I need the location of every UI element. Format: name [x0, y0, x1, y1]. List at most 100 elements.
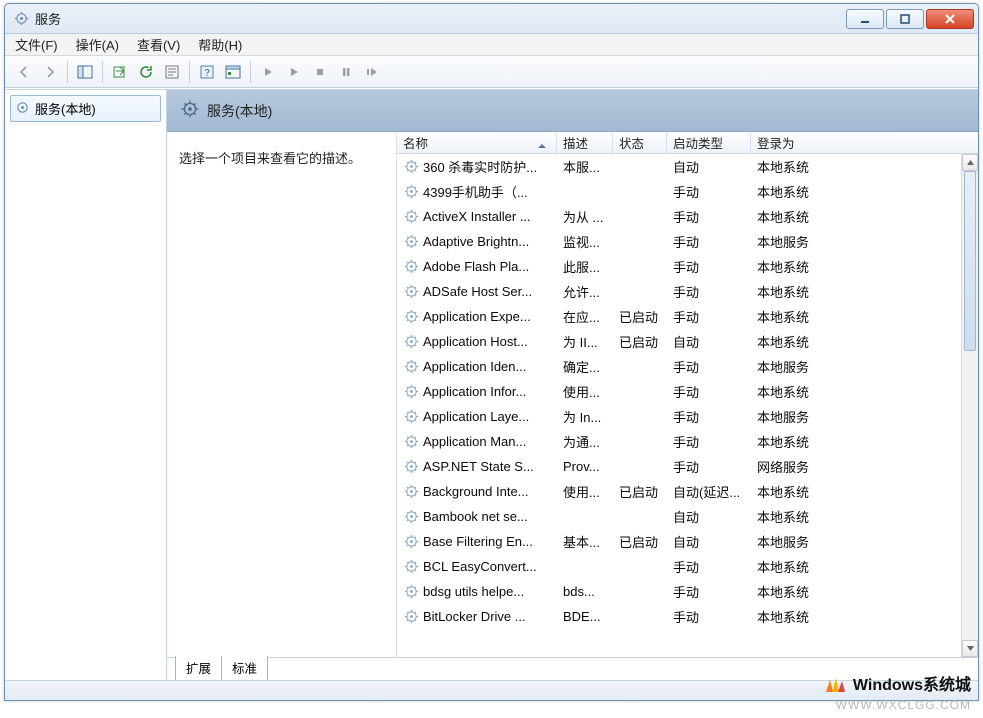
cell-name: ADSafe Host Ser... — [397, 284, 557, 300]
service-name: 4399手机助手（... — [423, 182, 528, 201]
menu-view[interactable]: 查看(V) — [137, 35, 180, 54]
tab-standard[interactable]: 标准 — [221, 656, 268, 681]
service-row[interactable]: Adobe Flash Pla...此服...手动本地系统 — [397, 254, 978, 279]
cell-start: 自动 — [667, 507, 751, 526]
service-row[interactable]: Application Host...为 II...已启动自动本地系统 — [397, 329, 978, 354]
menu-help[interactable]: 帮助(H) — [198, 35, 242, 54]
refresh-button[interactable] — [134, 60, 158, 84]
menu-file[interactable]: 文件(F) — [15, 35, 58, 54]
tab-extended[interactable]: 扩展 — [175, 656, 222, 681]
service-row[interactable]: Application Laye...为 In...手动本地服务 — [397, 404, 978, 429]
cell-name: BitLocker Drive ... — [397, 609, 557, 625]
svg-text:?: ? — [204, 68, 210, 79]
services-list: 名称 描述 状态 启动类型 登录为 360 杀毒实时防护...本服...自动本地… — [397, 132, 978, 657]
cell-name: 4399手机助手（... — [397, 182, 557, 201]
cell-start: 手动 — [667, 182, 751, 201]
cell-desc: 为 II... — [557, 332, 613, 351]
service-icon — [403, 559, 419, 575]
nav-item-services-local[interactable]: 服务(本地) — [10, 95, 161, 122]
service-row[interactable]: Bambook net se... 自动本地系统 — [397, 504, 978, 529]
show-hide-tree-button[interactable] — [73, 60, 97, 84]
content-pane: 服务(本地) 选择一个项目来查看它的描述。 名称 描述 状态 启动类型 登录为 … — [167, 90, 978, 680]
pause-service-button[interactable] — [334, 60, 358, 84]
col-name[interactable]: 名称 — [397, 132, 557, 153]
service-row[interactable]: ActiveX Installer ...为从 ...手动本地系统 — [397, 204, 978, 229]
service-row[interactable]: Adaptive Brightn...监视... 手动本地服务 — [397, 229, 978, 254]
service-row[interactable]: 4399手机助手（...手动本地系统 — [397, 179, 978, 204]
service-icon — [403, 159, 419, 175]
maximize-button[interactable] — [886, 9, 924, 29]
panel-heading: 服务(本地) — [207, 101, 272, 121]
col-start[interactable]: 启动类型 — [667, 132, 751, 153]
cell-logon: 本地服务 — [751, 232, 978, 251]
service-name: Application Expe... — [423, 309, 531, 324]
service-row[interactable]: Application Infor...使用...手动本地系统 — [397, 379, 978, 404]
minimize-button[interactable] — [846, 9, 884, 29]
service-row[interactable]: 360 杀毒实时防护...本服...自动本地系统 — [397, 154, 978, 179]
service-row[interactable]: Application Man...为通...手动本地系统 — [397, 429, 978, 454]
scroll-up-icon[interactable] — [962, 154, 978, 171]
properties-button[interactable] — [160, 60, 184, 84]
cell-name: ActiveX Installer ... — [397, 209, 557, 225]
service-icon — [403, 309, 419, 325]
content-body: 选择一个项目来查看它的描述。 名称 描述 状态 启动类型 登录为 360 杀毒实… — [167, 132, 978, 657]
cell-start: 手动 — [667, 607, 751, 626]
service-row[interactable]: Base Filtering En...基本...已启动自动本地服务 — [397, 529, 978, 554]
scroll-thumb[interactable] — [964, 171, 976, 351]
titlebar[interactable]: 服务 — [5, 4, 978, 34]
cell-logon: 本地系统 — [751, 507, 978, 526]
forward-button[interactable] — [38, 60, 62, 84]
restart-service-button[interactable] — [360, 60, 384, 84]
col-status[interactable]: 状态 — [613, 132, 667, 153]
cell-start: 自动 — [667, 157, 751, 176]
cell-start: 自动 — [667, 332, 751, 351]
action-pane-button[interactable] — [221, 60, 245, 84]
col-desc[interactable]: 描述 — [557, 132, 613, 153]
cell-name: Adaptive Brightn... — [397, 234, 557, 250]
cell-status: 已启动 — [613, 482, 667, 501]
cell-start: 手动 — [667, 232, 751, 251]
cell-logon: 本地系统 — [751, 332, 978, 351]
cell-logon: 本地系统 — [751, 582, 978, 601]
col-logon[interactable]: 登录为 — [751, 132, 978, 153]
service-row[interactable]: bdsg utils helpe...bds...手动本地系统 — [397, 579, 978, 604]
service-row[interactable]: BCL EasyConvert...手动本地系统 — [397, 554, 978, 579]
cell-desc: 在应... — [557, 307, 613, 326]
help-button[interactable]: ? — [195, 60, 219, 84]
toolbar-separator — [102, 61, 103, 83]
start-service-alt-button[interactable] — [282, 60, 306, 84]
vertical-scrollbar[interactable] — [961, 154, 978, 657]
close-button[interactable] — [926, 9, 974, 29]
cell-name: Application Iden... — [397, 359, 557, 375]
cell-desc: 监视... — [557, 232, 613, 251]
menu-action[interactable]: 操作(A) — [76, 35, 119, 54]
scroll-down-icon[interactable] — [962, 640, 978, 657]
service-row[interactable]: Background Inte...使用...已启动自动(延迟...本地系统 — [397, 479, 978, 504]
cell-status: 已启动 — [613, 307, 667, 326]
cell-name: ASP.NET State S... — [397, 459, 557, 475]
service-icon — [403, 234, 419, 250]
service-row[interactable]: BitLocker Drive ...BDE...手动本地系统 — [397, 604, 978, 629]
service-row[interactable]: Application Expe...在应...已启动手动本地系统 — [397, 304, 978, 329]
window-controls — [846, 9, 974, 29]
cell-start: 自动(延迟... — [667, 482, 751, 501]
export-list-button[interactable] — [108, 60, 132, 84]
service-row[interactable]: ADSafe Host Ser...允许...手动本地系统 — [397, 279, 978, 304]
cell-desc: 为通... — [557, 432, 613, 451]
service-row[interactable]: ASP.NET State S...Prov...手动网络服务 — [397, 454, 978, 479]
service-row[interactable]: Application Iden...确定...手动本地服务 — [397, 354, 978, 379]
cell-name: Bambook net se... — [397, 509, 557, 525]
service-name: Bambook net se... — [423, 509, 528, 524]
client-area: 服务(本地) 服务(本地) 选择一个项目来查看它的描述。 名称 描述 状态 启动… — [5, 89, 978, 680]
service-name: Background Inte... — [423, 484, 529, 499]
cell-logon: 本地服务 — [751, 407, 978, 426]
start-service-button[interactable] — [256, 60, 280, 84]
service-icon — [403, 459, 419, 475]
stop-service-button[interactable] — [308, 60, 332, 84]
toolbar: ? — [5, 56, 978, 88]
service-icon — [403, 609, 419, 625]
back-button[interactable] — [12, 60, 36, 84]
hint-text: 选择一个项目来查看它的描述。 — [179, 148, 384, 167]
cell-start: 手动 — [667, 382, 751, 401]
service-icon — [403, 184, 419, 200]
